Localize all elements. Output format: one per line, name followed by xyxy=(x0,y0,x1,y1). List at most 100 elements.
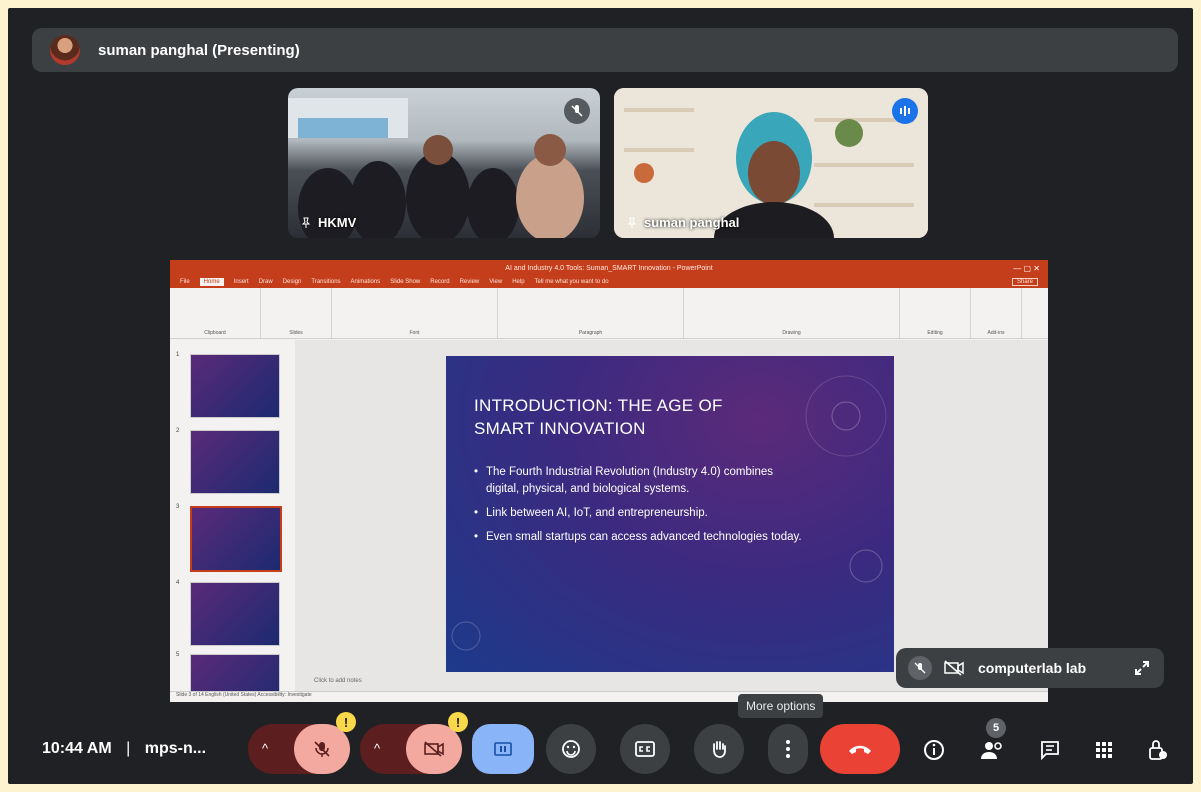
slide-thumbnail-2[interactable] xyxy=(190,430,280,494)
current-slide[interactable]: INTRODUCTION: THE AGE OF SMART INNOVATIO… xyxy=(446,356,894,672)
ribbon-drawing[interactable]: Drawing xyxy=(684,288,900,338)
activities-button[interactable] xyxy=(1090,736,1118,764)
present-now-button[interactable] xyxy=(472,724,534,774)
people-button[interactable]: 5 xyxy=(978,718,1006,764)
tab-review[interactable]: Review xyxy=(460,279,480,285)
bullet-item: Link between AI, IoT, and entrepreneursh… xyxy=(474,505,804,522)
share-button[interactable]: Share xyxy=(1011,278,1038,286)
tab-record[interactable]: Record xyxy=(430,279,449,285)
pin-icon xyxy=(301,217,311,228)
ribbon-group-label: Font xyxy=(409,330,420,336)
hand-icon xyxy=(713,741,726,758)
tab-help[interactable]: Help xyxy=(512,279,524,285)
mic-options-chevron-icon[interactable]: ^ xyxy=(262,741,268,756)
ppt-window-title: AI and Industry 4.0 Tools: Suman_SMART I… xyxy=(505,264,713,272)
ribbon-slides[interactable]: Slides xyxy=(261,288,332,338)
ribbon-font[interactable]: Font xyxy=(332,288,498,338)
info-icon xyxy=(924,740,944,760)
slide-thumbnail-1[interactable] xyxy=(190,354,280,418)
ppt-body: 1 2 3 4 5 INTRODUCTION: THE AGE OF SMART… xyxy=(170,340,1048,702)
slide-thumbnails: 1 2 3 4 5 xyxy=(170,340,295,702)
ppt-tab-row: File Home Insert Draw Design Transitions… xyxy=(170,276,1048,288)
tile-name-label: suman panghal xyxy=(644,215,740,230)
slide-thumbnail-4[interactable] xyxy=(190,582,280,646)
tab-draw[interactable]: Draw xyxy=(259,279,273,285)
mic-off-icon xyxy=(571,105,583,117)
meeting-code: mps-n... xyxy=(144,740,207,757)
ribbon-editing[interactable]: Editing xyxy=(900,288,971,338)
hang-up-icon xyxy=(849,745,871,754)
meeting-details-button[interactable] xyxy=(920,736,948,764)
slide-thumbnail-3[interactable] xyxy=(190,506,282,572)
avatar xyxy=(50,35,80,65)
pin-icon xyxy=(627,217,637,228)
slide-title: INTRODUCTION: THE AGE OF SMART INNOVATIO… xyxy=(474,394,723,440)
participant-tile-suman[interactable]: suman panghal xyxy=(614,88,928,238)
captions-button[interactable] xyxy=(620,724,670,774)
audio-level-icon xyxy=(900,106,910,116)
thumb-number: 1 xyxy=(176,352,180,358)
ribbon-clipboard[interactable]: Clipboard xyxy=(170,288,261,338)
thumb-number: 2 xyxy=(176,428,180,434)
more-options-button[interactable] xyxy=(768,724,808,774)
tab-animations[interactable]: Animations xyxy=(351,279,381,285)
tab-insert[interactable]: Insert xyxy=(234,279,249,285)
mic-toggle-button[interactable]: ! xyxy=(294,712,356,774)
mic-off-icon[interactable] xyxy=(908,656,932,680)
ribbon-addins[interactable]: Add-ins xyxy=(971,288,1022,338)
leave-call-button[interactable] xyxy=(820,724,900,774)
chat-button[interactable] xyxy=(1036,736,1064,764)
bullet-item: The Fourth Industrial Revolution (Indust… xyxy=(474,464,804,498)
ppt-status-bar: Slide 3 of 14 English (United States) Ac… xyxy=(170,691,1048,702)
raise-hand-button[interactable] xyxy=(694,724,744,774)
camera-off-icon[interactable] xyxy=(944,660,964,676)
meeting-info: 10:44 AM | mps-n... xyxy=(42,740,206,758)
warning-icon: ! xyxy=(336,712,356,732)
ribbon-group-label: Add-ins xyxy=(987,330,1005,336)
tab-view[interactable]: View xyxy=(489,279,502,285)
tab-design[interactable]: Design xyxy=(283,279,302,285)
tile-name: HKMV xyxy=(300,215,356,230)
tab-slide-show[interactable]: Slide Show xyxy=(390,279,420,285)
presenter-bar: suman panghal (Presenting) xyxy=(32,28,1178,72)
tab-transitions[interactable]: Transitions xyxy=(311,279,340,285)
clock: 10:44 AM xyxy=(42,740,112,757)
ribbon-group-label: Drawing xyxy=(782,330,801,336)
presenter-name: suman panghal (Presenting) xyxy=(98,41,300,59)
captions-icon xyxy=(635,741,655,757)
tell-me-box[interactable]: Tell me what you want to do xyxy=(535,279,609,285)
ribbon-group-label: Editing xyxy=(927,330,943,336)
more-vert-icon xyxy=(786,740,790,758)
tab-home[interactable]: Home xyxy=(199,278,224,286)
warning-icon: ! xyxy=(448,712,468,732)
ribbon-paragraph[interactable]: Paragraph xyxy=(498,288,684,338)
thumb-number: 5 xyxy=(176,652,180,658)
slide-title-line: SMART INNOVATION xyxy=(474,419,646,438)
people-icon xyxy=(981,742,1002,759)
separator: | xyxy=(126,740,131,757)
camera-options-chevron-icon[interactable]: ^ xyxy=(374,741,380,756)
reactions-button[interactable] xyxy=(546,724,596,774)
ppt-ribbon: Clipboard Slides Font Paragraph Drawing … xyxy=(170,288,1048,339)
ribbon-group-label: Slides xyxy=(289,330,303,336)
present-icon xyxy=(494,742,512,756)
tab-file[interactable]: File xyxy=(180,279,190,285)
ppt-title-bar: AI and Industry 4.0 Tools: Suman_SMART I… xyxy=(170,260,1048,276)
meet-window: suman panghal (Presenting) HKMV suman pa… xyxy=(8,8,1193,784)
emoji-icon xyxy=(562,740,580,758)
notes-pane[interactable]: Click to add notes xyxy=(310,678,914,692)
bullet-item: Even small startups can access advanced … xyxy=(474,529,804,546)
thumb-number: 3 xyxy=(176,504,180,510)
more-options-tooltip: More options xyxy=(738,694,824,718)
host-controls-button[interactable] xyxy=(1144,736,1172,764)
lock-person-icon xyxy=(1149,740,1167,760)
camera-off-icon xyxy=(424,741,444,757)
participant-tile-hkmv[interactable]: HKMV xyxy=(288,88,600,238)
camera-toggle-button[interactable]: ! xyxy=(406,712,468,774)
slide-title-line: INTRODUCTION: THE AGE OF xyxy=(474,396,723,415)
ribbon-group-label: Clipboard xyxy=(204,330,226,336)
self-view-tile[interactable]: computerlab lab xyxy=(896,648,1164,688)
expand-icon[interactable] xyxy=(1134,660,1150,676)
chat-icon xyxy=(1041,741,1059,760)
window-controls-icon[interactable]: — ▢ ✕ xyxy=(1013,264,1040,273)
